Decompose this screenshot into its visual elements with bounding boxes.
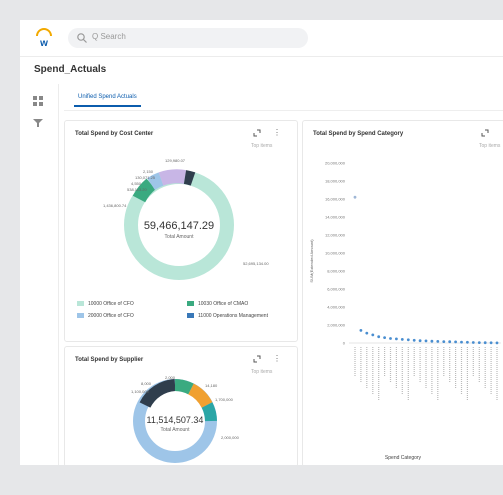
y-tick-label: 4,000,000 (327, 305, 346, 310)
svg-text:w: w (39, 38, 48, 48)
slice-label: 14,180 (205, 383, 218, 388)
legend-item[interactable]: 10030 Office of CMAO (187, 301, 248, 307)
y-tick-label: 10,000,000 (325, 251, 346, 256)
y-tick-label: 6,000,000 (327, 287, 346, 292)
scatter-point[interactable] (389, 337, 392, 340)
y-tick-label: 14,000,000 (325, 215, 346, 220)
scatter-point[interactable] (448, 340, 452, 344)
scatter-point[interactable] (418, 339, 422, 343)
scatter-point[interactable] (483, 341, 487, 345)
scatter-point[interactable] (400, 338, 404, 341)
donut-slice-teal (201, 402, 217, 422)
legend-item[interactable]: 10000 Office of CFO (77, 301, 134, 307)
top-bar: w Q Search (20, 20, 503, 57)
slice-label: 538,113.20 (127, 187, 147, 192)
workday-logo-icon[interactable]: w (34, 28, 54, 48)
y-tick-label: 2,000,000 (327, 323, 346, 328)
scatter-point[interactable] (406, 338, 410, 342)
page-title: Spend_Actuals (34, 64, 107, 75)
y-tick-label: 18,000,000 (325, 179, 346, 184)
scatter-point[interactable] (359, 329, 363, 332)
scatter-point[interactable] (365, 331, 369, 335)
slice-label: 1,100,000 (131, 389, 150, 394)
supplier-donut-chart: 11,514,507.34 Total Amount 1,100,000 2,0… (131, 375, 240, 463)
legend-item[interactable]: 11000 Operations Management (187, 313, 268, 319)
cost-center-total-value: 59,466,147.29 (144, 220, 214, 232)
legend-item[interactable]: 20000 Office of CFO (77, 313, 134, 319)
scatter-point[interactable] (383, 336, 386, 339)
y-tick-label: 20,000,000 (325, 161, 346, 166)
y-tick-label: 16,000,000 (325, 197, 346, 202)
spend-category-scatter-chart: SUM(Extended Amount) Spend Category 20,0… (309, 161, 501, 461)
search-placeholder: Q Search (92, 32, 126, 41)
cost-center-total-label: Total Amount (165, 234, 195, 240)
search-input[interactable]: Q Search (68, 28, 308, 48)
donut-slice-dark (183, 170, 196, 186)
scatter-point[interactable] (436, 340, 440, 343)
x-axis-label: Spend Category (385, 455, 422, 461)
scatter-point[interactable] (395, 337, 398, 341)
scatter-point[interactable] (471, 341, 475, 344)
spend-category-card: Total Spend by Spend Category Top items … (302, 120, 503, 465)
scatter-point[interactable] (460, 340, 463, 344)
y-tick-label: 0 (343, 341, 346, 346)
slice-label: 2,000 (165, 375, 176, 380)
left-sidebar (20, 84, 59, 465)
y-tick-label: 12,000,000 (325, 233, 346, 238)
cost-center-legend: 10000 Office of CFO 10030 Office of CMAO… (77, 301, 287, 325)
slice-label: 129,980.07 (165, 158, 186, 163)
slice-label: 4,550 (131, 181, 142, 186)
donut-slice-purple (158, 169, 187, 186)
scatter-point[interactable] (430, 339, 434, 343)
grid-icon[interactable] (33, 96, 43, 106)
scatter-point[interactable] (377, 335, 381, 339)
y-tick-label: 8,000,000 (327, 269, 346, 274)
scatter-point[interactable] (489, 341, 493, 345)
scatter-point[interactable] (424, 339, 428, 343)
slice-label: 2,000,000 (221, 435, 240, 440)
supplier-total-value: 11,514,507.34 (147, 415, 204, 425)
y-axis-label: SUM(Extended Amount) (309, 239, 314, 283)
scatter-point[interactable] (353, 195, 357, 199)
filter-icon[interactable] (33, 118, 43, 128)
cost-center-card: Total Spend by Cost Center ⋮ Top items 5… (64, 120, 298, 342)
slice-label: 8,000 (141, 381, 152, 386)
app-window: w Q Search Spend_Actuals Unified Spend A… (20, 20, 503, 465)
scatter-point[interactable] (412, 338, 416, 342)
donut-slice-green (174, 379, 194, 395)
slice-label: 1,436,800.74 (103, 203, 127, 208)
slice-label: 130,071.25 (135, 175, 156, 180)
scatter-point[interactable] (442, 340, 446, 343)
scatter-point[interactable] (454, 340, 457, 344)
scatter-point[interactable] (371, 333, 375, 337)
slice-label: 1,700,000 (215, 397, 234, 402)
scatter-point[interactable] (477, 341, 481, 344)
tab-divider (64, 110, 503, 111)
scatter-point[interactable] (495, 341, 499, 345)
supplier-total-label: Total Amount (161, 427, 191, 433)
supplier-card: Total Spend by Supplier ⋮ Top items 11,5… (64, 346, 298, 465)
scatter-point[interactable] (466, 340, 469, 344)
search-icon (77, 33, 87, 43)
tab-unified-spend-actuals[interactable]: Unified Spend Actuals (74, 94, 141, 107)
slice-label: 52,695,134.00 (243, 261, 269, 266)
slice-label: 2,150 (143, 169, 154, 174)
